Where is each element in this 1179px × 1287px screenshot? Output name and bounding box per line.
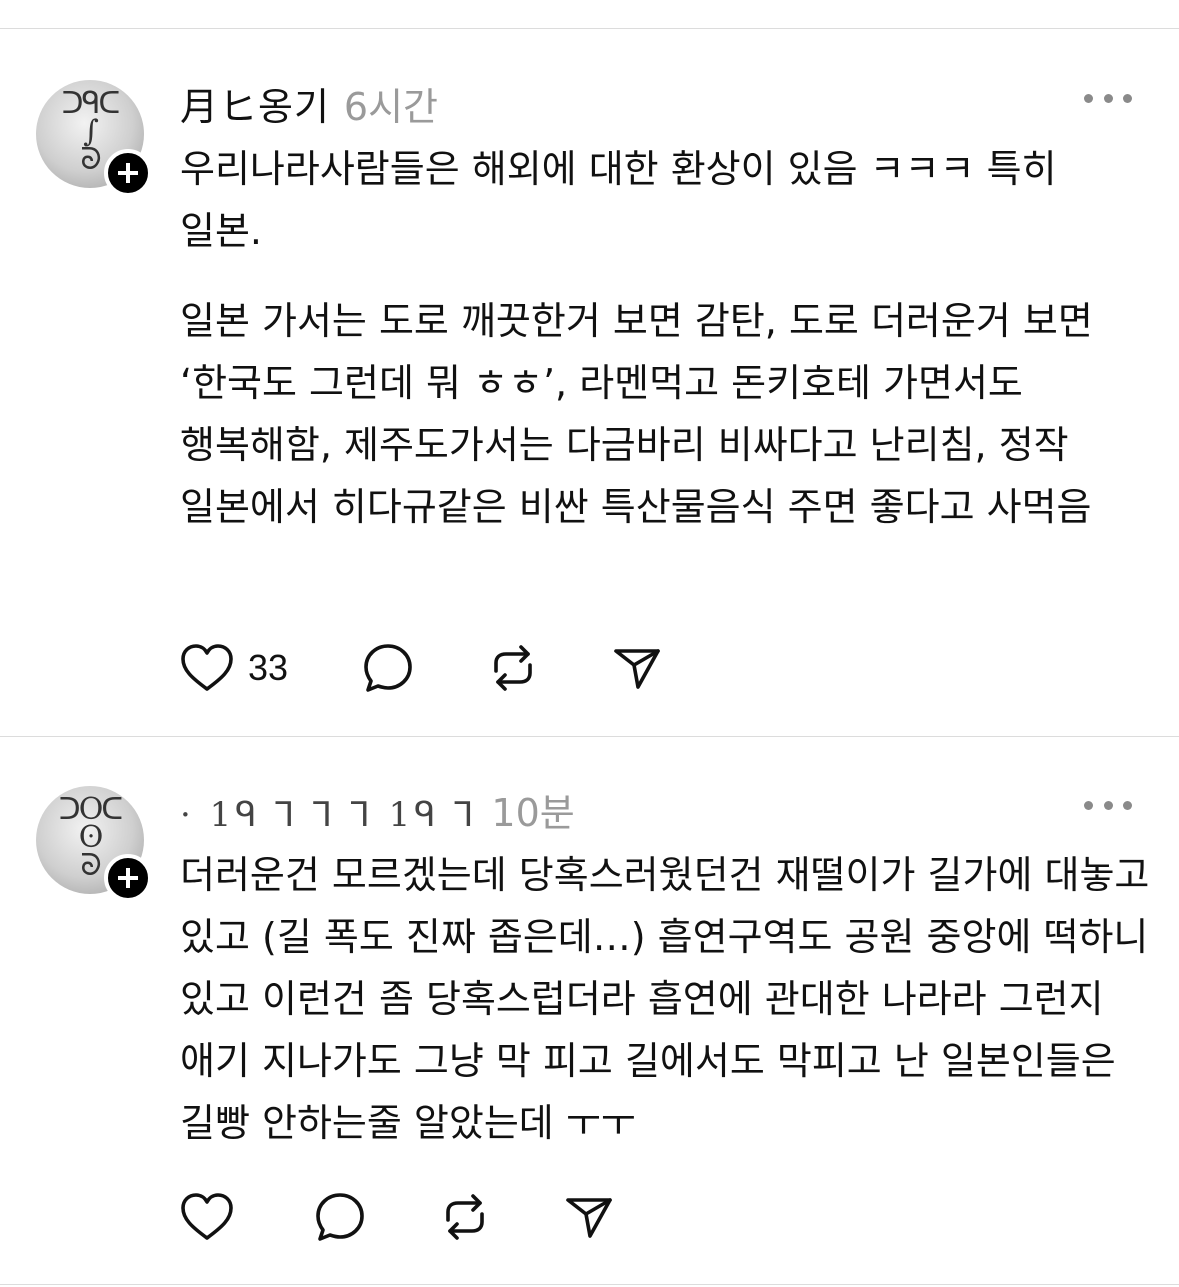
post-paragraph: 더러운건 모르겠는데 당혹스러웠던건 재떨이가 길가에 대놓고 있고 (길 폭도… xyxy=(180,853,1150,1145)
like-count: 33 xyxy=(248,647,289,688)
share-button[interactable] xyxy=(612,643,662,693)
send-icon xyxy=(614,649,660,689)
like-button[interactable]: 33 xyxy=(180,643,288,693)
repost-button[interactable] xyxy=(488,643,538,693)
repost-icon xyxy=(494,645,532,691)
speech-bubble-icon xyxy=(316,1193,364,1241)
repost-icon xyxy=(446,1194,484,1240)
username[interactable]: 月ヒ옹기 xyxy=(180,76,330,131)
like-button[interactable] xyxy=(180,1192,248,1242)
speech-bubble-icon xyxy=(364,644,412,692)
action-bar xyxy=(180,1189,688,1245)
post-body: 우리나라사람들은 해외에 대한 환상이 있음 ㅋㅋㅋ 특히 일본. 일본 가서는… xyxy=(180,138,1150,538)
heart-icon xyxy=(181,1193,233,1240)
share-button[interactable] xyxy=(564,1192,614,1242)
more-dots-icon[interactable] xyxy=(1084,795,1132,815)
follow-plus-icon[interactable] xyxy=(104,854,152,902)
post-paragraph: 우리나라사람들은 해외에 대한 환상이 있음 ㅋㅋㅋ 특히 일본. xyxy=(180,147,1057,253)
bottom-divider xyxy=(0,1284,1179,1285)
timestamp: 10분 xyxy=(491,791,575,835)
post-header: · 1ᑫ ⅂ ⅂ ⅂ 1ᑫ ⅂ 10분 xyxy=(180,782,575,837)
post-body: 더러운건 모르겠는데 당혹스러웠던건 재떨이가 길가에 대놓고 있고 (길 폭도… xyxy=(180,844,1150,1154)
reply-button[interactable] xyxy=(362,642,414,694)
timestamp: 6시간 xyxy=(343,85,439,129)
send-icon xyxy=(566,1198,612,1238)
follow-plus-icon[interactable] xyxy=(104,149,152,197)
action-bar: 33 xyxy=(180,640,736,696)
post-paragraph: 일본 가서는 도로 깨끗한거 보면 감탄, 도로 더러운거 보면 ‘한국도 그런… xyxy=(180,299,1093,529)
more-dots-icon[interactable] xyxy=(1084,88,1132,108)
heart-icon xyxy=(181,644,233,691)
top-divider xyxy=(0,28,1179,29)
post-divider xyxy=(0,736,1179,737)
post-header: 月ヒ옹기 6시간 xyxy=(180,76,438,131)
reply-button[interactable] xyxy=(314,1191,366,1243)
repost-button[interactable] xyxy=(440,1192,490,1242)
username[interactable]: · 1ᑫ ⅂ ⅂ ⅂ 1ᑫ ⅂ xyxy=(180,795,477,835)
